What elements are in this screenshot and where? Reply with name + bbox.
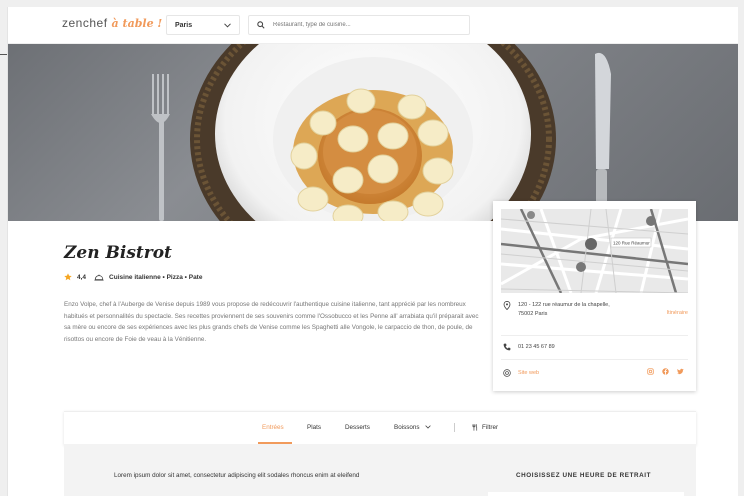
logo-tagline: à table ! [111,17,163,30]
website-row: Site web [501,359,688,387]
pickup-time-title: CHOISISSEZ UNE HEURE DE RETRAIT [516,472,652,479]
phone-row: 01 23 45 67 89 [501,335,688,360]
menu-intro-text: Lorem ipsum dolor sit amet, consectetur … [114,472,360,479]
address-line2: 75002 Paris [518,311,548,317]
restaurant-meta: 4,4 Cuisine italienne • Pizza • Pate [64,273,202,281]
phone-number[interactable]: 01 23 45 67 89 [518,344,555,350]
instagram-icon[interactable] [647,368,654,375]
tab-boissons-label: Boissons [394,424,420,431]
address-row: 120 - 122 rue réaumur de la chapelle, 75… [501,299,688,336]
twitter-icon[interactable] [677,368,684,375]
pancake-plate-photo [151,44,611,221]
city-value: Paris [175,21,193,29]
globe-icon [503,369,511,377]
cloche-icon [94,274,104,281]
map-streets: 120 Rue Réaumur [501,209,688,293]
cutlery-icon [472,424,478,431]
tab-desserts[interactable]: Desserts [345,424,370,431]
edge-line [0,54,7,55]
restaurant-name: Zen Bistrot [64,243,172,263]
hero-image [8,44,738,221]
filter-label: Filtrer [482,424,499,431]
chevron-down-icon [224,22,231,28]
cuisine-tags: Cuisine italienne • Pizza • Pate [109,273,203,281]
menu-content: Lorem ipsum dolor sit amet, consectetur … [64,444,696,496]
logo[interactable]: zenchef à table ! [62,16,162,30]
chevron-down-icon [425,425,431,429]
logo-text: zenchef [62,16,108,30]
page: zenchef à table ! Paris Restaurant, type… [7,7,738,496]
tab-plats[interactable]: Plats [307,424,321,431]
search-icon [257,21,265,29]
itinerary-link[interactable]: Itinéraire [667,309,688,318]
search-input[interactable] [271,21,455,29]
address-line1: 120 - 122 rue réaumur de la chapelle, [518,302,610,308]
restaurant-info-card: 120 Rue Réaumur 120 - 122 rue réaumur de… [493,201,696,391]
top-header: zenchef à table ! Paris [8,7,738,44]
restaurant-description: Enzo Volpe, chef à l'Auberge de Venise d… [64,301,479,343]
map[interactable]: 120 Rue Réaumur [501,209,688,293]
star-icon [64,273,72,281]
rating-value: 4,4 [77,273,87,281]
location-pin-icon [503,301,511,310]
tab-entrees[interactable]: Entrées [262,424,284,431]
menu-category-bar: Entrées Plats Desserts Boissons Filtrer [64,411,696,445]
tab-divider [454,423,455,432]
city-select[interactable]: Paris [166,15,240,35]
facebook-icon[interactable] [662,368,669,375]
filter-button[interactable]: Filtrer [472,424,498,431]
website-link[interactable]: Site web [518,370,539,376]
search-box[interactable] [248,15,470,35]
tab-boissons[interactable]: Boissons [394,424,431,431]
phone-icon [503,343,511,351]
map-label: 120 Rue Réaumur [613,241,650,246]
pickup-time-slot[interactable] [488,492,684,496]
